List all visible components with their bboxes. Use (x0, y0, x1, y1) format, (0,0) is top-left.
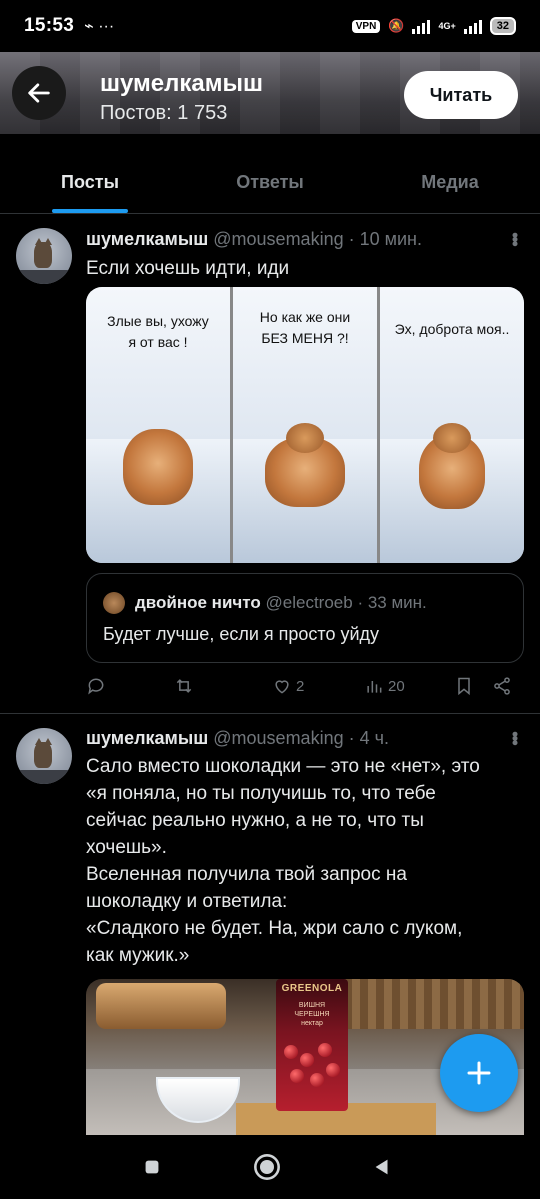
bookmark-button[interactable] (454, 676, 474, 696)
author-name[interactable]: шумелкамыш (86, 728, 208, 748)
arrow-left-icon (28, 83, 50, 103)
tweet-text: Сало вместо шоколадки — это не «нет», эт… (86, 753, 516, 969)
tweet-meta: шумелкамыш @mousemaking · 10 мин. (86, 229, 422, 250)
back-nav-button[interactable] (366, 1151, 398, 1183)
text-line: шоколадку и ответила: (86, 891, 288, 912)
vpn-icon: VPN (351, 19, 381, 33)
divider (0, 713, 540, 714)
clock: 15:53 (24, 15, 75, 36)
author-name[interactable]: шумелкамыш (86, 229, 208, 249)
meme-panel: Эх, доброта моя.. (380, 287, 524, 563)
views-count: 20 (388, 677, 405, 695)
author-handle[interactable]: @mousemaking (213, 728, 343, 748)
reply-button[interactable] (86, 676, 106, 696)
text-line: Сало вместо шоколадки — это не «нет», эт… (86, 756, 480, 777)
tweet-time[interactable]: · 10 мин. (349, 229, 422, 249)
quoted-tweet[interactable]: двойное ничто @electroeb · 33 мин. Будет… (86, 573, 524, 663)
repost-button[interactable] (174, 676, 194, 696)
back-button[interactable] (12, 66, 66, 120)
profile-header: шумелкамыш Постов: 1 753 Читать (0, 52, 540, 134)
views-icon (367, 681, 382, 693)
share-button[interactable] (492, 676, 512, 696)
tab-replies[interactable]: Ответы (180, 150, 360, 213)
like-count: 2 (296, 677, 305, 695)
carton-brand: GREENOLA (281, 983, 343, 994)
meme-panel: Но как же они БЕЗ МЕНЯ ?! (233, 287, 377, 563)
more-icon[interactable]: ••• (505, 232, 525, 245)
triangle-back-icon (375, 1159, 388, 1175)
juice-carton: GREENOLA ВИШНЯ ЧЕРЕШНЯ нектар (276, 979, 348, 1111)
square-icon (145, 1160, 159, 1174)
home-button[interactable] (251, 1151, 283, 1183)
avatar[interactable] (16, 228, 72, 284)
tweet-actions: 2 20 (86, 674, 522, 702)
posts-count: Постов: 1 753 (100, 102, 228, 124)
quote-author-handle: @electroeb (265, 593, 353, 612)
views-button[interactable]: 20 (364, 676, 405, 696)
carton-label: ВИШНЯ ЧЕРЕШНЯ нектар (294, 1002, 330, 1027)
tab-media[interactable]: Медиа (360, 150, 540, 213)
repost-icon (176, 679, 192, 693)
quote-meta: двойное ничто @electroeb · 33 мин. (135, 593, 427, 613)
tweet-meta: шумелкамыш @mousemaking · 4 ч. (86, 728, 389, 749)
heart-icon (275, 680, 289, 694)
avatar[interactable] (16, 728, 72, 784)
tab-posts[interactable]: Посты (0, 150, 180, 213)
tweet-image[interactable]: Злые вы, ухожу я от вас ! Но как же они … (86, 287, 524, 563)
text-line: сейчас реально нужно, а не то, что ты (86, 810, 424, 831)
tweet-time[interactable]: · 4 ч. (349, 728, 389, 748)
meme-caption: Эх, доброта моя.. (394, 321, 510, 337)
share-icon (494, 677, 510, 695)
plus-icon (467, 1061, 491, 1085)
battery-icon: 32 (489, 17, 516, 35)
profile-name: шумелкамыш (100, 70, 263, 97)
meme-caption: Злые вы, ухожу я от вас ! (107, 313, 209, 350)
quote-avatar (103, 592, 125, 614)
more-icon[interactable]: ••• (505, 731, 525, 744)
meme-caption: Но как же они БЕЗ МЕНЯ ?! (259, 309, 351, 346)
system-nav-bar (0, 1135, 540, 1199)
text-line: «я поняла, но ты получишь то, что тебе (86, 783, 436, 804)
text-line: хочешь». (86, 837, 167, 858)
text-line: «Сладкого не будет. На, жри сало с луком… (86, 918, 463, 939)
follow-button[interactable]: Читать (404, 71, 518, 119)
quote-time: · 33 мин. (357, 593, 427, 612)
signal-icon-2 (463, 18, 482, 34)
recents-button[interactable] (136, 1151, 168, 1183)
bookmark-icon (458, 677, 470, 696)
meme-panel: Злые вы, ухожу я от вас ! (86, 287, 230, 563)
compose-button[interactable] (440, 1034, 518, 1112)
reply-icon (88, 678, 104, 695)
profile-tabs: Посты Ответы Медиа (0, 150, 540, 214)
text-line: Вселенная получила твой запрос на (86, 864, 407, 885)
tweet-text: Если хочешь идти, иди (86, 258, 290, 279)
quote-author-name: двойное ничто (135, 593, 261, 612)
text-line: как мужик.» (86, 945, 190, 966)
status-bar: 15:53 ⌁ ··· VPN 🔕 4G+ 32 (0, 0, 540, 52)
mute-icon: 🔕 (388, 18, 405, 33)
like-button[interactable]: 2 (272, 676, 304, 696)
circle-icon (254, 1154, 280, 1180)
network-type: 4G+ (438, 21, 456, 31)
notification-icons: ⌁ ··· (84, 18, 115, 35)
quote-text: Будет лучше, если я просто уйду (103, 624, 380, 644)
author-handle[interactable]: @mousemaking (213, 229, 343, 249)
signal-icon (412, 18, 431, 34)
